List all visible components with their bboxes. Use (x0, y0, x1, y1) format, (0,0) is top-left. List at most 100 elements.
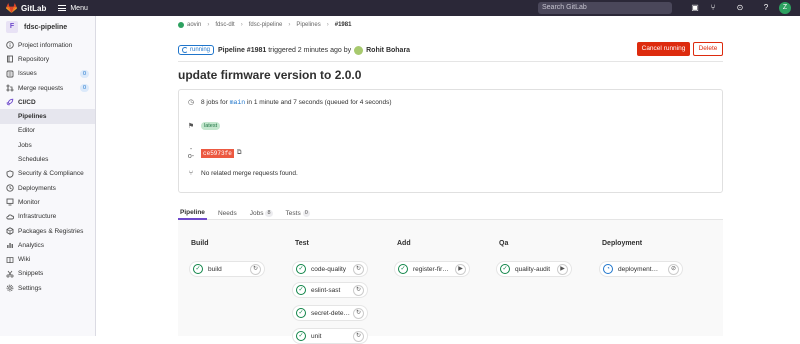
snippet-icon (6, 270, 14, 278)
retry-icon[interactable]: ↻ (250, 264, 261, 275)
sidebar-item-security[interactable]: Security & Compliance (0, 167, 95, 181)
flag-icon: ⚑ (187, 123, 195, 130)
sidebar-subitem-pipelines[interactable]: Pipelines (0, 109, 95, 124)
job-deployment[interactable]: ◔ deployment… ⊘ (599, 261, 683, 277)
status-dot-icon (178, 22, 184, 28)
sidebar-item-label: Analytics (18, 241, 45, 249)
sidebar-item-issues[interactable]: Issues 0 (0, 67, 95, 81)
retry-icon[interactable]: ↻ (353, 331, 364, 342)
stage-title: Add (397, 240, 411, 247)
job-unit[interactable]: ✓ unit ↻ (292, 328, 368, 344)
sidebar-project[interactable]: F fdsc-pipeline (0, 16, 95, 38)
stage-title: Build (191, 240, 209, 247)
sidebar-item-label: Project information (18, 41, 73, 49)
job-register-firmware[interactable]: ✓ register-fir… ▶ (394, 261, 470, 277)
sidebar-subitem-editor[interactable]: Editor (0, 124, 95, 138)
breadcrumb-item[interactable]: Pipelines (296, 22, 320, 28)
sidebar-item-monitor[interactable]: Monitor (0, 195, 95, 209)
retry-icon[interactable]: ↻ (353, 285, 364, 296)
sidebar-item-label: Packages & Registries (18, 227, 84, 235)
merge-requests-count-badge: 0 (79, 83, 89, 92)
play-icon[interactable]: ▶ (455, 264, 466, 275)
sidebar-subitem-jobs[interactable]: Jobs (0, 138, 95, 152)
status-badge[interactable]: running (178, 45, 215, 55)
breadcrumb-item[interactable]: aovin (187, 22, 201, 28)
gitlab-logo[interactable]: GitLab (6, 3, 46, 13)
project-avatar: F (6, 21, 18, 33)
job-secret-detection[interactable]: ✓ secret-dete… ↻ (292, 305, 368, 321)
tab-jobs[interactable]: Jobs 8 (248, 206, 275, 220)
sidebar-item-label: Settings (18, 284, 42, 292)
page-title: update firmware version to 2.0.0 (178, 68, 362, 82)
breadcrumb-item[interactable]: fdsc-pipeline (249, 22, 283, 28)
issues-icon (6, 70, 14, 78)
sidebar-item-label: Deployments (18, 184, 56, 192)
user-avatar[interactable] (354, 45, 364, 55)
search-input[interactable]: Search GitLab (538, 2, 672, 14)
cloud-icon (6, 213, 14, 221)
breadcrumb: aovin › fdsc-dlt › fdsc-pipeline › Pipel… (178, 22, 351, 28)
commit-row: -o- ce5973fe ⧉ (187, 146, 242, 160)
tab-pipeline[interactable]: Pipeline (178, 206, 207, 220)
issues-count-badge: 0 (79, 69, 89, 78)
sidebar-item-deployments[interactable]: Deployments (0, 181, 95, 195)
sidebar-item-packages[interactable]: Packages & Registries (0, 224, 95, 238)
commit-sha-link[interactable]: ce5973fe (201, 148, 234, 158)
passed-status-icon: ✓ (296, 331, 306, 341)
stage-title: Qa (499, 240, 509, 247)
branch-link[interactable]: main (230, 99, 246, 106)
sidebar-item-label: CI/CD (18, 98, 36, 106)
sidebar-subitem-schedules[interactable]: Schedules (0, 152, 95, 166)
job-eslint-sast[interactable]: ✓ eslint-sast ↻ (292, 282, 368, 298)
sidebar-item-project-information[interactable]: Project information (0, 38, 95, 52)
job-build[interactable]: ✓ build ↻ (189, 261, 265, 277)
retry-icon[interactable]: ↻ (353, 308, 364, 319)
breadcrumb-separator: › (240, 22, 243, 28)
cancel-icon[interactable]: ⊘ (668, 264, 679, 275)
chart-icon (6, 241, 14, 249)
sidebar-item-label: Wiki (18, 256, 31, 264)
menu-button[interactable]: Menu (58, 4, 88, 13)
issues-icon[interactable]: ⊙ (735, 3, 745, 13)
monitor-icon (6, 198, 14, 206)
merge-requests-row: ⑂ No related merge requests found. (188, 170, 298, 177)
sidebar-item-label: Monitor (18, 198, 40, 206)
passed-status-icon: ✓ (398, 264, 408, 274)
breadcrumb-separator: › (288, 22, 291, 28)
avatar[interactable]: Z (779, 2, 791, 14)
sidebar-item-analytics[interactable]: Analytics (0, 238, 95, 252)
running-icon (182, 47, 188, 53)
cancel-running-button[interactable]: Cancel running (637, 42, 690, 56)
tab-tests[interactable]: Tests 0 (284, 206, 312, 220)
user-name[interactable]: Rohit Bohara (366, 47, 410, 54)
sidebar-item-merge-requests[interactable]: Merge requests 0 (0, 81, 95, 95)
play-icon[interactable]: ▶ (557, 264, 568, 275)
stage-title: Test (295, 240, 309, 247)
sidebar-item-label: Infrastructure (18, 213, 57, 221)
pipeline-info-box: ◷ 8 jobs for main in 1 minute and 7 seco… (178, 89, 723, 193)
deployments-icon (6, 184, 14, 192)
merge-request-icon: ⑂ (188, 170, 194, 177)
sidebar-item-label: Merge requests (18, 84, 64, 92)
sidebar-item-cicd[interactable]: CI/CD (0, 95, 95, 109)
retry-icon[interactable]: ↻ (353, 264, 364, 275)
breadcrumb-item[interactable]: fdsc-dlt (215, 22, 234, 28)
job-quality-audit[interactable]: ✓ quality-audit ▶ (496, 261, 572, 277)
package-icon (6, 227, 14, 235)
copy-icon[interactable]: ⧉ (237, 149, 242, 157)
help-icon[interactable]: ? (761, 3, 771, 13)
count-badge: 0 (302, 209, 310, 217)
sidebar-item-snippets[interactable]: Snippets (0, 267, 95, 281)
status-label: running (190, 47, 211, 53)
breadcrumb-current: #1981 (334, 22, 352, 28)
sidebar-item-repository[interactable]: Repository (0, 52, 95, 66)
todo-icon[interactable]: ▣ (690, 3, 700, 13)
sidebar-item-wiki[interactable]: Wiki (0, 252, 95, 266)
sidebar-item-infrastructure[interactable]: Infrastructure (0, 210, 95, 224)
passed-status-icon: ✓ (296, 285, 306, 295)
merge-request-icon[interactable]: ⑂ (708, 3, 718, 13)
job-code-quality[interactable]: ✓ code-quality ↻ (292, 261, 368, 277)
delete-button[interactable]: Delete (693, 42, 723, 56)
tab-needs[interactable]: Needs (216, 206, 239, 220)
sidebar-item-settings[interactable]: Settings (0, 281, 95, 295)
